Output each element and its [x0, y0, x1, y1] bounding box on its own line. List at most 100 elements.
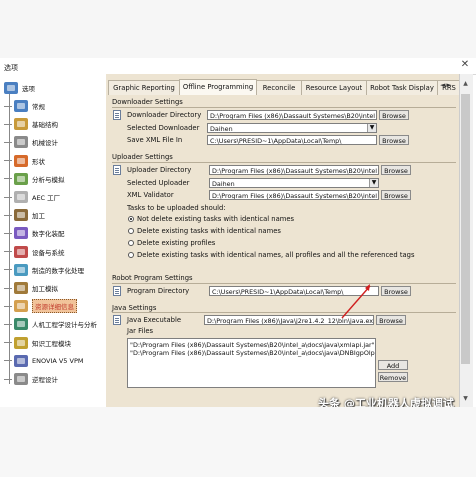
tree-connector	[4, 160, 12, 162]
uploader-settings-title: Uploader Settings	[112, 153, 173, 161]
tree-item[interactable]: AEC 工厂	[4, 189, 60, 205]
uploader-directory-field[interactable]: D:\Program Files (x86)\Dassault Systemes…	[209, 165, 379, 175]
tab[interactable]: Robot Task Display	[366, 80, 438, 95]
tree-item[interactable]: 加工	[4, 207, 45, 223]
general-icon	[14, 100, 28, 112]
tree-item[interactable]: 逆程设计	[4, 371, 58, 387]
add-jar-button[interactable]: Add	[378, 360, 408, 370]
list-item[interactable]: "D:\Program Files (x86)\Dassault Systeme…	[130, 349, 375, 357]
radio-label: Not delete existing tasks with identical…	[137, 215, 295, 223]
title-bar	[0, 58, 476, 75]
tree-item[interactable]: ENOVIA V5 VPM	[4, 353, 83, 369]
scroll-down-icon[interactable]: ▼	[459, 395, 472, 405]
xml-validator-browse-button[interactable]: Browse	[381, 190, 411, 200]
window-title: 选项	[4, 64, 18, 72]
close-icon[interactable]: ✕	[458, 58, 472, 72]
divider	[112, 107, 456, 108]
tree-item-label: AEC 工厂	[32, 194, 61, 202]
radio-button[interactable]	[128, 216, 134, 222]
chevron-down-icon[interactable]: ▼	[369, 179, 378, 187]
tree-item-label: 基础结构	[32, 121, 58, 130]
tree-item[interactable]: 机械设计	[4, 134, 58, 150]
tree-item[interactable]: 制造的数字化处理	[4, 262, 84, 278]
radio-label: Delete existing tasks with identical nam…	[137, 227, 281, 235]
remove-jar-button[interactable]: Remove	[378, 372, 408, 382]
tree-item[interactable]: 人机工程学设计与分析	[4, 316, 97, 332]
selected-downloader-value: Daihen	[210, 125, 233, 133]
tree-item-label: 分析与模拟	[32, 175, 65, 184]
downloader-directory-field[interactable]: D:\Program Files (x86)\Dassault Systemes…	[207, 110, 377, 120]
tree-item[interactable]: 形状	[4, 153, 45, 169]
save-xml-field[interactable]: C:\Users\PRESID~1\AppData\Local\Temp\	[207, 135, 377, 145]
scrollbar-thumb[interactable]	[461, 94, 470, 364]
analysis-icon	[14, 172, 28, 185]
tab[interactable]: Offline Programming	[179, 79, 257, 95]
tree-connector	[4, 141, 12, 143]
mechanical-design-icon	[14, 136, 28, 149]
save-xml-label: Save XML File In	[127, 136, 183, 144]
tree-connector	[4, 323, 12, 325]
robot-program-settings-title: Robot Program Settings	[112, 274, 193, 282]
selected-uploader-value: Daihen	[212, 180, 235, 188]
list-item[interactable]: "D:\Program Files (x86)\Dassault Systeme…	[130, 341, 375, 349]
tree-root[interactable]: 选项	[4, 80, 35, 96]
tree-connector	[4, 269, 12, 271]
xml-validator-label: XML Validator	[127, 191, 174, 199]
program-directory-label: Program Directory	[127, 287, 190, 295]
tree-connector	[4, 123, 12, 125]
divider	[112, 283, 456, 284]
tree-item[interactable]: 加工模拟	[4, 280, 58, 296]
tree-connector	[4, 105, 12, 107]
xml-validator-field[interactable]: D:\Program Files (x86)\Dassault Systemes…	[209, 190, 379, 200]
shape-icon	[14, 154, 28, 167]
selected-uploader-combo[interactable]: Daihen ▼	[209, 178, 379, 188]
radio-button[interactable]	[128, 228, 134, 234]
reverse-design-icon	[14, 373, 28, 385]
file-icon	[113, 315, 121, 325]
radio-button[interactable]	[128, 252, 134, 258]
tree-item[interactable]: 知识工程模块	[4, 335, 71, 351]
tree-item[interactable]: 设备与系统	[4, 244, 65, 260]
tree-item-label: 资源详细信息	[32, 299, 77, 314]
java-executable-browse-button[interactable]: Browse	[376, 315, 406, 325]
downloader-settings-title: Downloader Settings	[112, 98, 183, 106]
divider	[112, 312, 456, 313]
tree-connector	[4, 232, 12, 234]
tree-item[interactable]: 资源详细信息	[4, 298, 77, 314]
tab[interactable]: Graphic Reporting	[108, 80, 180, 95]
tree-item-label: 设备与系统	[32, 248, 65, 257]
downloader-browse-button[interactable]: Browse	[379, 110, 409, 120]
tree-item[interactable]: 数字化装配	[4, 225, 65, 241]
machining-icon	[14, 209, 28, 222]
divider	[112, 162, 456, 163]
tree-item-label: 机械设计	[32, 139, 58, 148]
radio-button[interactable]	[128, 240, 134, 246]
background-bottom	[0, 407, 476, 477]
selected-downloader-combo[interactable]: Daihen ▼	[207, 123, 377, 133]
file-icon	[113, 286, 121, 296]
uploader-directory-label: Uploader Directory	[127, 166, 192, 174]
tree-connector	[4, 305, 12, 307]
tree-item-label: 逆程设计	[32, 376, 58, 384]
java-executable-label: Java Executable	[127, 316, 182, 324]
tree-item-label: 加工	[32, 212, 45, 221]
infrastructure-icon	[14, 118, 28, 131]
background-top	[0, 0, 476, 58]
program-directory-browse-button[interactable]: Browse	[381, 286, 411, 296]
uploader-browse-button[interactable]: Browse	[381, 165, 411, 175]
jar-files-list[interactable]: "D:\Program Files (x86)\Dassault Systeme…	[127, 338, 376, 388]
save-xml-browse-button[interactable]: Browse	[379, 135, 409, 145]
tree-connector	[4, 196, 12, 198]
selected-downloader-label: Selected Downloader	[127, 124, 200, 132]
scroll-up-icon[interactable]: ▲	[459, 80, 472, 90]
tree-connector	[4, 214, 12, 216]
chevron-down-icon[interactable]: ▼	[367, 124, 376, 132]
tab[interactable]: Resource Layout	[301, 80, 367, 95]
tree-connector	[4, 287, 12, 289]
tab-scroll-arrows[interactable]: ◄►	[440, 81, 453, 89]
tree-item[interactable]: 基础结构	[4, 116, 58, 132]
enovia-icon	[14, 354, 28, 367]
tab[interactable]: Reconcile	[256, 80, 302, 95]
tree-item[interactable]: 常规	[4, 98, 45, 114]
tree-item[interactable]: 分析与模拟	[4, 171, 65, 187]
